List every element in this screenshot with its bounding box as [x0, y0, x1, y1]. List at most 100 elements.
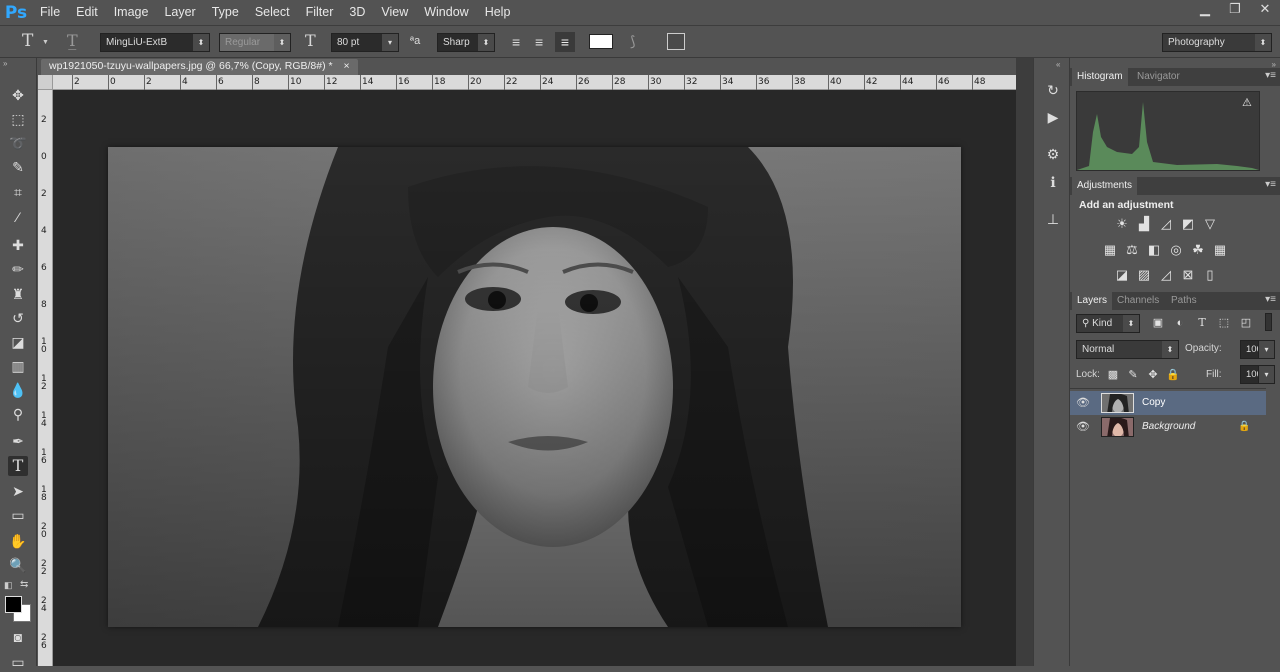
eraser-tool-icon[interactable]: ◪ — [8, 332, 28, 352]
photo-filter-icon[interactable]: ◎ — [1168, 242, 1184, 258]
expand-panels-icon[interactable]: « — [1056, 60, 1060, 69]
type-tool-icon[interactable]: T — [22, 31, 33, 51]
dodge-tool-icon[interactable]: ⚲ — [8, 404, 28, 424]
filter-shape-icon[interactable]: ⬚ — [1216, 315, 1232, 331]
menu-select[interactable]: Select — [247, 0, 298, 25]
antialias-select[interactable]: Sharp ⬍ — [437, 33, 495, 52]
swap-colors-icon[interactable]: ⇆ — [20, 579, 28, 590]
collapse-panel-icon[interactable]: » — [3, 59, 7, 68]
color-balance-icon[interactable]: ⚖ — [1124, 242, 1140, 258]
channel-mixer-icon[interactable]: ☘ — [1190, 242, 1206, 258]
visibility-eye-icon[interactable]: 👁 — [1076, 415, 1090, 439]
move-tool-icon[interactable]: ✥ — [8, 85, 28, 105]
pen-tool-icon[interactable]: ✒ — [8, 431, 28, 451]
clone-stamp-tool-icon[interactable]: ♜ — [8, 284, 28, 304]
font-family-select[interactable]: MingLiU-ExtB ⬍ — [100, 33, 210, 52]
align-left-icon[interactable]: ≡ — [512, 34, 520, 50]
close-button[interactable]: ✕ — [1250, 0, 1280, 22]
lock-all-icon[interactable]: 🔒 — [1165, 367, 1181, 383]
quick-mask-icon[interactable]: ◙ — [8, 627, 28, 647]
foreground-color-swatch[interactable] — [5, 596, 22, 613]
panel-menu-icon[interactable]: ▾≡ — [1265, 294, 1276, 305]
marquee-tool-icon[interactable]: ⬚ — [8, 109, 28, 129]
blur-tool-icon[interactable]: 💧 — [8, 380, 28, 400]
lock-position-icon[interactable]: ✥ — [1145, 367, 1161, 383]
info-panel-icon[interactable]: ℹ — [1043, 172, 1063, 192]
tool-preset-chevron-icon[interactable]: ▼ — [42, 39, 49, 46]
layer-row-background[interactable]: 👁 Background 🔒 — [1070, 415, 1266, 439]
screen-mode-icon[interactable]: ▭ — [8, 652, 28, 672]
menu-help[interactable]: Help — [477, 0, 519, 25]
history-brush-tool-icon[interactable]: ↺ — [8, 308, 28, 328]
brush-tool-icon[interactable]: ✏ — [8, 259, 28, 279]
zoom-tool-icon[interactable]: 🔍 — [8, 555, 28, 575]
cache-warning-icon[interactable]: ⚠ — [1242, 96, 1252, 109]
layer-row-copy[interactable]: 👁 Copy — [1070, 391, 1266, 415]
levels-icon[interactable]: ▟ — [1136, 216, 1152, 232]
eyedropper-tool-icon[interactable]: ⁄ — [8, 207, 28, 227]
menu-type[interactable]: Type — [204, 0, 247, 25]
canvas-image[interactable] — [108, 147, 961, 627]
actions-panel-icon[interactable]: ▶ — [1043, 107, 1063, 127]
threshold-icon[interactable]: ◿ — [1158, 267, 1174, 283]
invert-icon[interactable]: ◪ — [1114, 267, 1130, 283]
panel-menu-icon[interactable]: ▾≡ — [1265, 179, 1276, 190]
menu-layer[interactable]: Layer — [156, 0, 203, 25]
history-panel-icon[interactable]: ↻ — [1043, 80, 1063, 100]
gradient-map-icon[interactable]: ▯ — [1202, 267, 1218, 283]
lock-transparency-icon[interactable]: ▩ — [1105, 367, 1121, 383]
ruler-origin[interactable] — [38, 75, 53, 90]
gradient-tool-icon[interactable]: ▥ — [8, 356, 28, 376]
hand-tool-icon[interactable]: ✋ — [8, 531, 28, 551]
text-color-swatch[interactable] — [589, 34, 613, 49]
healing-brush-tool-icon[interactable]: ✚ — [8, 235, 28, 255]
blend-mode-select[interactable]: Normal ⬍ — [1076, 340, 1179, 359]
type-tool-icon[interactable]: T — [8, 456, 28, 476]
restore-button[interactable]: ❐ — [1220, 0, 1250, 22]
selective-color-icon[interactable]: ⊠ — [1180, 267, 1196, 283]
tab-layers[interactable]: Layers — [1072, 292, 1113, 310]
filter-pixel-icon[interactable]: ▣ — [1150, 315, 1166, 331]
properties-panel-icon[interactable]: ⚙ — [1043, 144, 1063, 164]
layer-filter-kind[interactable]: ⚲ Kind ⬍ — [1076, 314, 1140, 333]
default-colors-icon[interactable]: ◧ — [4, 580, 13, 591]
hue-saturation-icon[interactable]: ▦ — [1102, 242, 1118, 258]
align-center-icon[interactable]: ≡ — [535, 34, 543, 50]
curves-icon[interactable]: ◿ — [1158, 216, 1174, 232]
menu-file[interactable]: File — [32, 0, 68, 25]
character-panel-icon[interactable] — [667, 33, 685, 50]
filter-toggle[interactable] — [1265, 313, 1272, 331]
tab-histogram[interactable]: Histogram — [1072, 68, 1128, 86]
exposure-icon[interactable]: ◩ — [1180, 216, 1196, 232]
tab-adjustments[interactable]: Adjustments — [1072, 177, 1138, 195]
warp-text-icon[interactable]: ⟆ — [630, 33, 635, 50]
filter-smart-object-icon[interactable]: ◰ — [1238, 315, 1254, 331]
panel-menu-icon[interactable]: ▾≡ — [1265, 70, 1276, 81]
workspace-select[interactable]: Photography ⬍ — [1162, 33, 1272, 52]
menu-view[interactable]: View — [373, 0, 416, 25]
menu-filter[interactable]: Filter — [298, 0, 342, 25]
vertical-scrollbar[interactable] — [1016, 58, 1033, 666]
vibrance-icon[interactable]: ▽ — [1202, 216, 1218, 232]
menu-edit[interactable]: Edit — [68, 0, 106, 25]
lasso-tool-icon[interactable]: ➰ — [8, 133, 28, 153]
lock-pixels-icon[interactable]: ✎ — [1125, 367, 1141, 383]
layer-name[interactable]: Copy — [1142, 391, 1165, 415]
visibility-eye-icon[interactable]: 👁 — [1076, 391, 1090, 415]
brightness-contrast-icon[interactable]: ☀ — [1114, 216, 1130, 232]
black-white-icon[interactable]: ◧ — [1146, 242, 1162, 258]
filter-type-icon[interactable]: T — [1194, 315, 1210, 331]
tab-paths[interactable]: Paths — [1166, 292, 1202, 310]
fill-slider-icon[interactable]: ▾ — [1258, 365, 1275, 384]
filter-adjustment-icon[interactable]: ◐ — [1172, 315, 1188, 331]
clone-source-panel-icon[interactable]: ⊥ — [1043, 209, 1063, 229]
document-tab[interactable]: wp1921050-tzuyu-wallpapers.jpg @ 66,7% (… — [41, 59, 358, 75]
quick-selection-tool-icon[interactable]: ✎ — [8, 157, 28, 177]
menu-window[interactable]: Window — [416, 0, 476, 25]
opacity-slider-icon[interactable]: ▾ — [1258, 340, 1275, 359]
tab-channels[interactable]: Channels — [1112, 292, 1164, 310]
close-tab-icon[interactable]: × — [344, 60, 350, 72]
layer-lock-icon[interactable]: 🔒 — [1238, 415, 1250, 439]
crop-tool-icon[interactable]: ⌗ — [8, 182, 28, 202]
font-size-select[interactable]: 80 pt ▾ — [331, 33, 399, 52]
